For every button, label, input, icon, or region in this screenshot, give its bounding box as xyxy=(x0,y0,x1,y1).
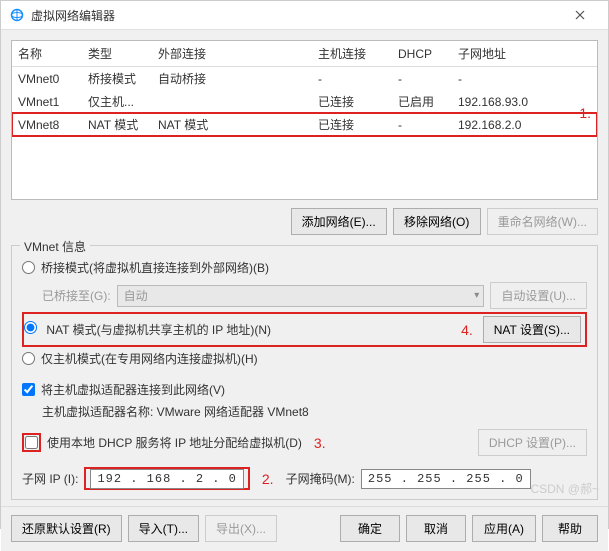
vmnet-info-group: VMnet 信息 桥接模式(将虚拟机直接连接到外部网络)(B) 已桥接至(G):… xyxy=(11,245,598,500)
hostonly-radio[interactable] xyxy=(22,352,35,365)
host-adapter-value: VMware 网络适配器 VMnet8 xyxy=(157,405,309,419)
titlebar: 虚拟网络编辑器 xyxy=(1,1,608,30)
bridged-combo: 自动 ▾ xyxy=(117,285,485,307)
bridged-to-label: 已桥接至(G): xyxy=(42,287,111,304)
remove-network-button[interactable]: 移除网络(O) xyxy=(393,208,481,235)
annotation-1: 1. xyxy=(579,105,591,121)
chevron-down-icon: ▾ xyxy=(474,290,479,301)
app-icon xyxy=(9,7,25,23)
col-dhcp[interactable]: DHCP xyxy=(392,41,452,67)
subnet-ip-input[interactable]: 192 . 168 . 2 . 0 xyxy=(90,469,243,489)
annotation-2: 2. xyxy=(256,471,280,487)
col-subnet[interactable]: 子网地址 xyxy=(452,41,597,67)
host-adapter-label: 主机虚拟适配器名称: xyxy=(42,405,157,419)
bridged-radio-row[interactable]: 桥接模式(将虚拟机直接连接到外部网络)(B) xyxy=(22,256,587,279)
table-row-selected[interactable]: VMnet8 NAT 模式 NAT 模式 已连接 - 192.168.2.0 xyxy=(12,113,597,136)
col-name[interactable]: 名称 xyxy=(12,41,82,67)
col-type[interactable]: 类型 xyxy=(82,41,152,67)
network-table[interactable]: 名称 类型 外部连接 主机连接 DHCP 子网地址 VMnet0 桥接模式 自动… xyxy=(11,40,598,200)
host-conn-row[interactable]: 将主机虚拟适配器连接到此网络(V) xyxy=(22,378,587,401)
table-row[interactable]: VMnet0 桥接模式 自动桥接 - - - xyxy=(12,67,597,91)
close-button[interactable] xyxy=(560,1,600,29)
dhcp-settings-button: DHCP 设置(P)... xyxy=(478,429,587,456)
subnet-ip-label: 子网 IP (I): xyxy=(22,470,78,487)
table-row[interactable]: VMnet1 仅主机... 已连接 已启用 192.168.93.0 xyxy=(12,90,597,113)
host-connect-checkbox[interactable] xyxy=(22,383,35,396)
subnet-mask-label: 子网掩码(M): xyxy=(286,470,355,487)
bridged-radio[interactable] xyxy=(22,261,35,274)
annotation-4: 4. xyxy=(455,322,479,338)
rename-network-button: 重命名网络(W)... xyxy=(487,208,598,235)
add-network-button[interactable]: 添加网络(E)... xyxy=(291,208,387,235)
group-title: VMnet 信息 xyxy=(20,238,90,255)
nat-radio[interactable] xyxy=(24,321,37,334)
nat-settings-button[interactable]: NAT 设置(S)... xyxy=(483,316,581,343)
auto-settings-button: 自动设置(U)... xyxy=(490,282,587,309)
subnet-mask-input[interactable]: 255 . 255 . 255 . 0 xyxy=(361,469,531,489)
annotation-3: 3. xyxy=(308,435,332,451)
col-host[interactable]: 主机连接 xyxy=(312,41,392,67)
hostonly-radio-row[interactable]: 仅主机模式(在专用网络内连接虚拟机)(H) xyxy=(22,347,587,370)
col-ext[interactable]: 外部连接 xyxy=(152,41,312,67)
dhcp-checkbox[interactable] xyxy=(25,436,38,449)
window-title: 虚拟网络编辑器 xyxy=(31,7,560,24)
